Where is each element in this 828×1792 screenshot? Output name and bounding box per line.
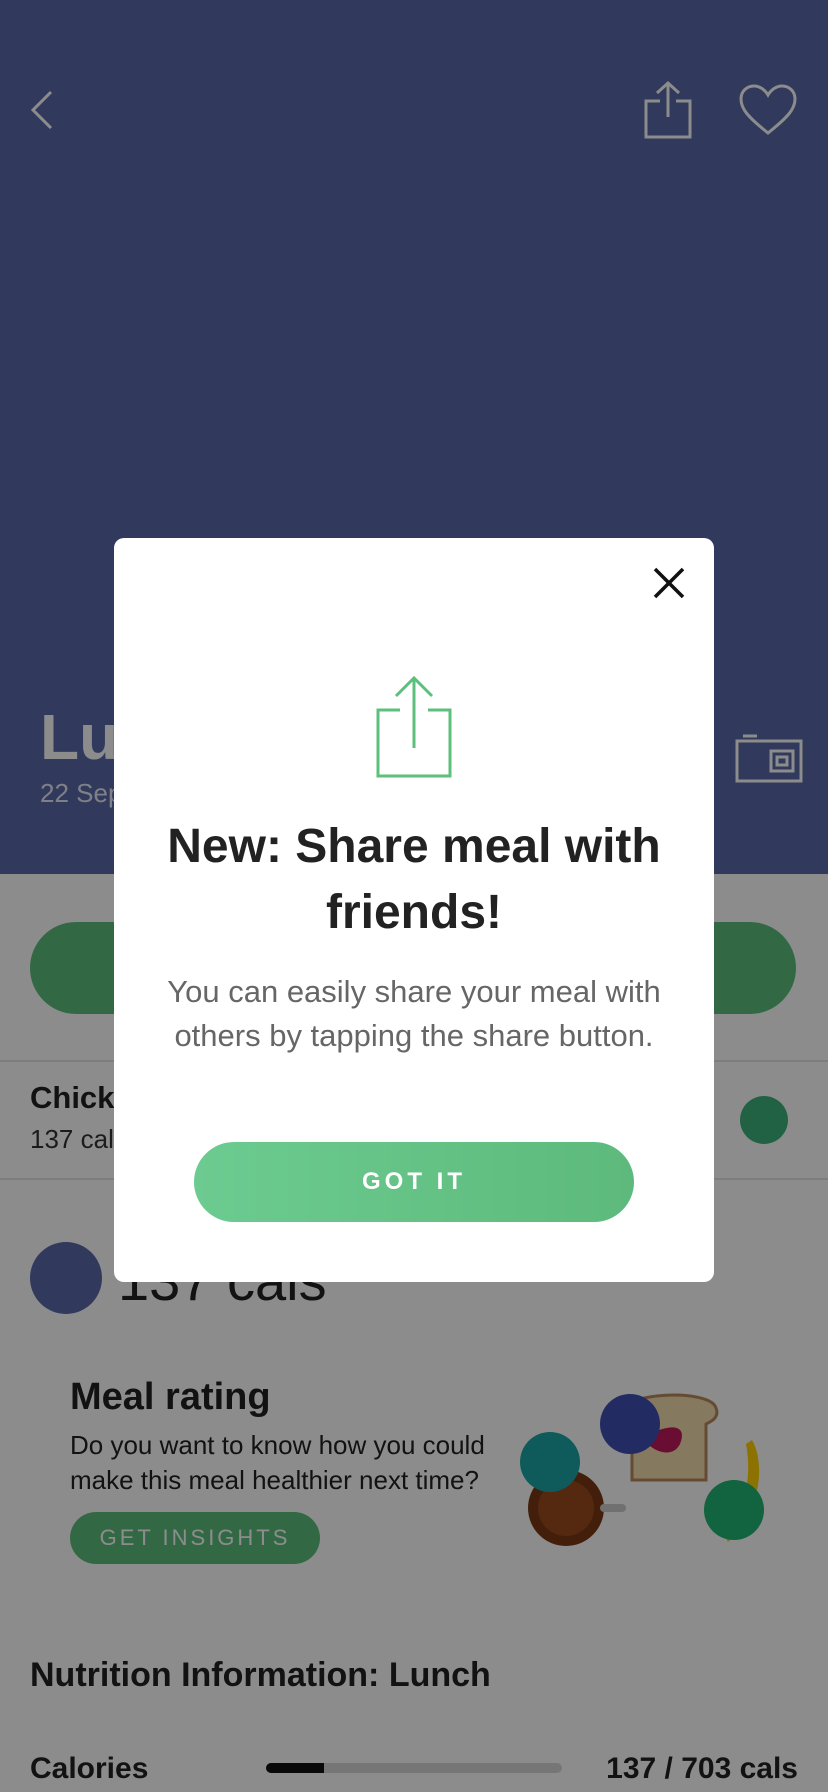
dialog-title: New: Share meal with friends! — [167, 820, 661, 939]
close-icon[interactable] — [644, 558, 694, 608]
share-feature-dialog: New: Share meal with friends! You can ea… — [114, 538, 714, 1282]
got-it-button[interactable]: GOT IT — [194, 1142, 634, 1222]
dialog-message: You can easily share your meal with othe… — [167, 974, 661, 1053]
share-icon — [376, 675, 452, 778]
